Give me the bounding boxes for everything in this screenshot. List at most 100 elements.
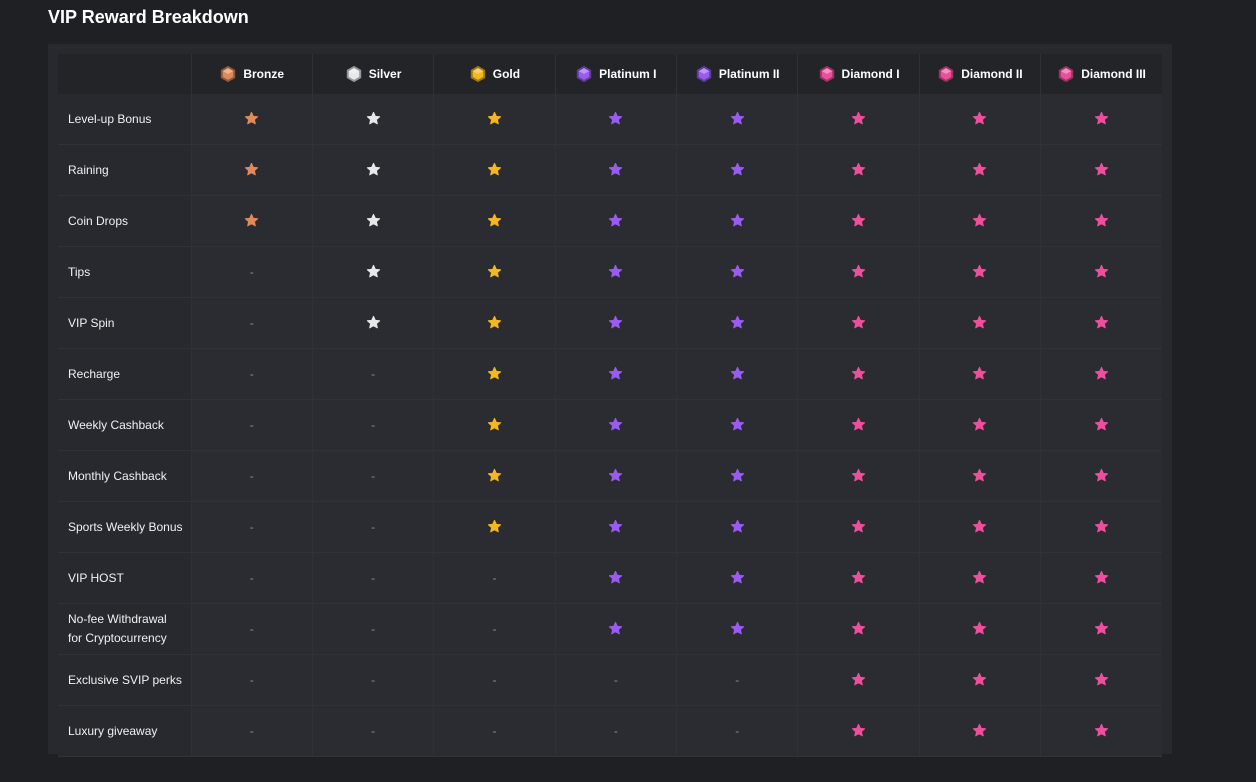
diamond-hexagon-icon [1059,65,1074,83]
star-icon [1094,571,1109,584]
reward-cell [555,450,678,502]
tier-label: Silver [368,67,402,81]
reward-cell [797,552,920,604]
reward-name: Raining [58,144,192,196]
star-icon [851,316,866,329]
reward-cell: - [312,603,435,655]
header-corner-cell [58,54,192,94]
platinum-hexagon-icon [696,65,712,83]
reward-cell: - [433,705,556,757]
star-icon [730,163,744,176]
not-included-dash: - [492,571,497,585]
star-icon [851,520,866,533]
reward-cell [555,501,678,553]
reward-name: Weekly Cashback [58,399,192,451]
reward-breakdown-table: Bronze Silver Gold Platinum I Platinum II Dia… [58,54,1162,757]
reward-cell: - [312,552,435,604]
star-icon [1094,316,1109,329]
reward-cell [919,603,1042,655]
reward-cell [312,144,435,196]
reward-cell [919,705,1042,757]
reward-name: Coin Drops [58,195,192,247]
table-row: Tips - [58,246,1162,298]
reward-cell [676,94,799,145]
reward-cell [433,144,556,196]
star-icon [973,112,987,125]
reward-cell [433,501,556,553]
star-icon [1094,673,1109,686]
star-icon [487,520,502,533]
reward-cell [797,399,920,451]
tier-header-silver: Silver [312,54,435,94]
reward-cell [676,144,799,196]
table-row: Raining [58,144,1162,196]
not-included-dash: - [371,571,376,585]
star-icon [730,622,744,635]
reward-cell [919,246,1042,298]
star-icon [609,418,623,431]
star-icon [487,367,502,380]
gold-hexagon-icon [470,65,485,83]
reward-cell [676,501,799,553]
not-included-dash: - [613,673,618,687]
not-included-dash: - [249,316,254,330]
tier-label: Diamond III [1081,67,1146,81]
reward-cell [797,450,920,502]
star-icon [730,265,744,278]
reward-cell: - [312,399,435,451]
table-row: VIP HOST - - - [58,552,1162,604]
reward-cell: - [191,297,313,349]
table-row: Luxury giveaway - - - - - [58,705,1162,757]
reward-cell [919,297,1042,349]
star-icon [1094,469,1109,482]
reward-cell: - [191,552,313,604]
reward-name: Level-up Bonus [58,94,192,145]
tier-label: Bronze [243,67,285,81]
reward-name: VIP HOST [58,552,192,604]
tier-header-platinum-ii: Platinum II [676,54,799,94]
reward-cell: - [312,654,435,706]
star-icon [973,316,987,329]
reward-cell [433,399,556,451]
reward-cell [312,297,435,349]
not-included-dash: - [492,724,497,738]
star-icon [1094,367,1109,380]
star-icon [973,469,987,482]
reward-cell [919,450,1042,502]
reward-cell [1040,144,1162,196]
star-icon [730,571,744,584]
reward-cell [1040,654,1162,706]
reward-cell: - [191,501,313,553]
star-icon [973,265,987,278]
not-included-dash: - [371,367,376,381]
star-icon [609,265,623,278]
star-icon [851,673,866,686]
reward-cell [433,450,556,502]
reward-cell [433,348,556,400]
reward-name: Tips [58,246,192,298]
star-icon [730,469,744,482]
star-icon [973,214,987,227]
reward-cell [1040,297,1162,349]
reward-name: Recharge [58,348,192,400]
not-included-dash: - [735,673,740,687]
reward-cell [676,399,799,451]
reward-cell [433,195,556,247]
star-icon [487,112,502,125]
star-icon [487,469,502,482]
star-icon [973,520,987,533]
reward-cell [433,297,556,349]
reward-cell [1040,552,1162,604]
reward-cell [555,348,678,400]
bronze-hexagon-icon [221,65,236,83]
tier-label: Platinum II [718,67,780,81]
tier-label: Diamond I [841,67,900,81]
reward-cell: - [312,348,435,400]
reward-cell [1040,246,1162,298]
reward-cell [919,195,1042,247]
star-icon [1094,163,1109,176]
star-icon [730,520,744,533]
reward-cell [797,195,920,247]
reward-cell [555,399,678,451]
reward-cell: - [191,603,313,655]
